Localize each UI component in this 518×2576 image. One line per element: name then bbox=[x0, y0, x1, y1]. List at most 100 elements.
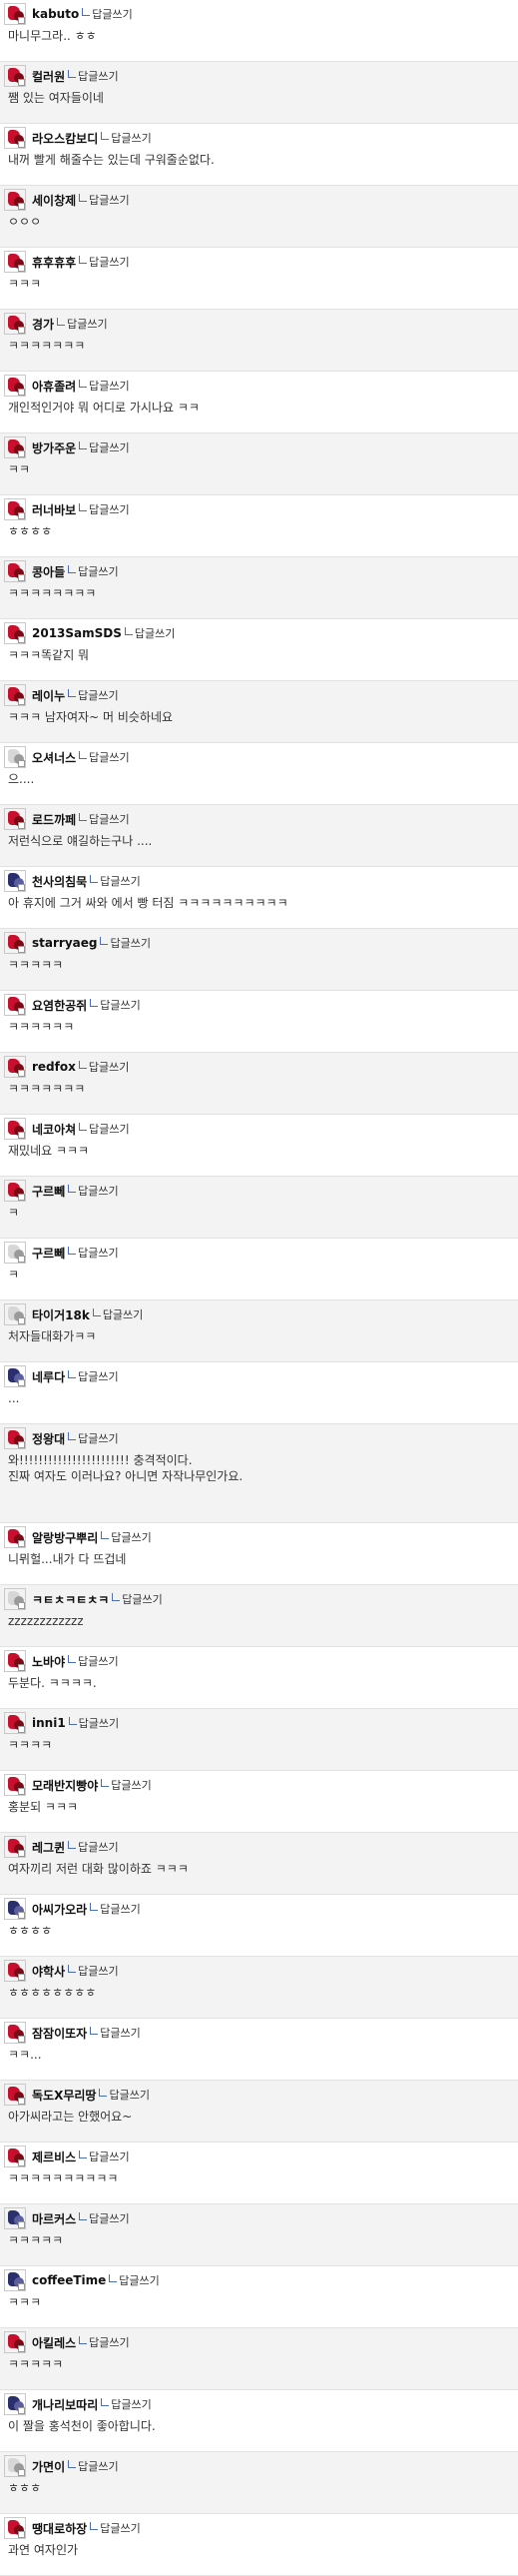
avatar[interactable] bbox=[4, 2393, 26, 2415]
avatar[interactable] bbox=[4, 1118, 26, 1140]
avatar[interactable] bbox=[4, 436, 26, 458]
avatar[interactable] bbox=[4, 1898, 26, 1920]
avatar[interactable] bbox=[4, 189, 26, 211]
avatar[interactable] bbox=[4, 1650, 26, 1672]
reply-button[interactable]: 답글쓰기 bbox=[68, 1715, 119, 1731]
nickname[interactable]: 러너바보 bbox=[32, 501, 76, 518]
nickname[interactable]: 야학사 bbox=[32, 1963, 65, 1980]
nickname[interactable]: inni1 bbox=[32, 1716, 66, 1730]
nickname[interactable]: 로드까페 bbox=[32, 811, 76, 828]
nickname[interactable]: 개나리보따리 bbox=[32, 2396, 98, 2413]
avatar[interactable] bbox=[4, 994, 26, 1016]
nickname[interactable]: 레그퀸 bbox=[32, 1839, 65, 1856]
avatar[interactable] bbox=[4, 1836, 26, 1858]
reply-button[interactable]: 답글쓰기 bbox=[78, 1059, 129, 1075]
nickname[interactable]: 타이거18k bbox=[32, 1306, 90, 1323]
nickname[interactable]: 라오스캄보디 bbox=[32, 130, 98, 147]
nickname[interactable]: 요염한공쥐 bbox=[32, 997, 87, 1014]
nickname[interactable]: 마르커스 bbox=[32, 2210, 76, 2227]
reply-button[interactable]: 답글쓰기 bbox=[90, 1901, 141, 1917]
nickname[interactable]: 천사의침묵 bbox=[32, 873, 87, 890]
reply-button[interactable]: 답글쓰기 bbox=[68, 2458, 119, 2474]
reply-button[interactable]: 답글쓰기 bbox=[79, 1121, 130, 1137]
avatar[interactable] bbox=[4, 870, 26, 892]
nickname[interactable]: 가면이 bbox=[32, 2458, 65, 2475]
avatar[interactable] bbox=[4, 560, 26, 582]
avatar[interactable] bbox=[4, 746, 26, 768]
reply-button[interactable]: 답글쓰기 bbox=[79, 254, 130, 270]
avatar[interactable] bbox=[4, 1180, 26, 1202]
reply-button[interactable]: 답글쓰기 bbox=[79, 192, 130, 208]
reply-button[interactable]: 답글쓰기 bbox=[90, 873, 141, 889]
nickname[interactable]: 알랑방구뿌리 bbox=[32, 1529, 98, 1546]
nickname[interactable]: starryaeg bbox=[32, 936, 97, 950]
nickname[interactable]: 구르뻬 bbox=[32, 1245, 65, 1262]
nickname[interactable]: 정왕대 bbox=[32, 1430, 65, 1447]
avatar[interactable] bbox=[4, 1526, 26, 1548]
avatar[interactable] bbox=[4, 684, 26, 706]
reply-button[interactable]: 답글쓰기 bbox=[79, 749, 130, 765]
avatar[interactable] bbox=[4, 251, 26, 273]
avatar[interactable] bbox=[4, 1056, 26, 1078]
reply-button[interactable]: 답글쓰기 bbox=[112, 1591, 163, 1607]
reply-button[interactable]: 답글쓰기 bbox=[101, 130, 152, 146]
nickname[interactable]: 잠잠이또자 bbox=[32, 2025, 87, 2042]
avatar[interactable] bbox=[4, 313, 26, 335]
reply-button[interactable]: 답글쓰기 bbox=[101, 1777, 152, 1793]
avatar[interactable] bbox=[4, 2084, 26, 2106]
nickname[interactable]: 아씨가오라 bbox=[32, 1901, 87, 1918]
nickname[interactable]: 제르비스 bbox=[32, 2148, 76, 2165]
nickname[interactable]: 독도X무리땅 bbox=[32, 2087, 96, 2104]
nickname[interactable]: 노바야 bbox=[32, 1653, 65, 1670]
nickname[interactable]: 레이누 bbox=[32, 687, 65, 704]
reply-button[interactable]: 답글쓰기 bbox=[79, 2334, 130, 2350]
reply-button[interactable]: 답글쓰기 bbox=[68, 1430, 119, 1446]
nickname[interactable]: kabuto bbox=[32, 7, 79, 21]
nickname[interactable]: 구르뻬 bbox=[32, 1183, 65, 1200]
nickname[interactable]: 2013SamSDS bbox=[32, 626, 122, 640]
reply-button[interactable]: 답글쓰기 bbox=[68, 563, 119, 579]
reply-button[interactable]: 답글쓰기 bbox=[101, 2396, 152, 2412]
nickname[interactable]: 아휴졸려 bbox=[32, 378, 76, 395]
avatar[interactable] bbox=[4, 65, 26, 87]
avatar[interactable] bbox=[4, 2022, 26, 2044]
nickname[interactable]: 네코아쳐 bbox=[32, 1121, 76, 1138]
nickname[interactable]: 컬러원 bbox=[32, 68, 65, 85]
avatar[interactable] bbox=[4, 375, 26, 397]
reply-button[interactable]: 답글쓰기 bbox=[68, 1839, 119, 1855]
reply-button[interactable]: 답글쓰기 bbox=[82, 6, 133, 22]
reply-button[interactable]: 답글쓰기 bbox=[68, 68, 119, 84]
avatar[interactable] bbox=[4, 1588, 26, 1610]
reply-button[interactable]: 답글쓰기 bbox=[68, 687, 119, 703]
nickname[interactable]: ㅋㅌㅊㅋㅌㅊㅋ bbox=[32, 1591, 109, 1608]
reply-button[interactable]: 답글쓰기 bbox=[99, 2087, 150, 2103]
avatar[interactable] bbox=[4, 1712, 26, 1734]
reply-button[interactable]: 답글쓰기 bbox=[68, 1963, 119, 1979]
nickname[interactable]: coffeeTime bbox=[32, 2273, 106, 2287]
reply-button[interactable]: 답글쓰기 bbox=[90, 2025, 141, 2041]
reply-button[interactable]: 답글쓰기 bbox=[79, 811, 130, 827]
avatar[interactable] bbox=[4, 2331, 26, 2353]
reply-button[interactable]: 답글쓰기 bbox=[79, 2210, 130, 2226]
avatar[interactable] bbox=[4, 622, 26, 644]
avatar[interactable] bbox=[4, 1242, 26, 1264]
nickname[interactable]: 휴후휴후 bbox=[32, 254, 76, 271]
nickname[interactable]: 콩아들 bbox=[32, 563, 65, 580]
reply-button[interactable]: 답글쓰기 bbox=[68, 1183, 119, 1199]
reply-button[interactable]: 답글쓰기 bbox=[100, 935, 151, 951]
reply-button[interactable]: 답글쓰기 bbox=[124, 625, 175, 641]
reply-button[interactable]: 답글쓰기 bbox=[92, 1306, 143, 1322]
nickname[interactable]: 땡대로하장 bbox=[32, 2520, 87, 2537]
nickname[interactable]: 경가 bbox=[32, 316, 54, 333]
reply-button[interactable]: 답글쓰기 bbox=[109, 2272, 160, 2288]
avatar[interactable] bbox=[4, 127, 26, 149]
avatar[interactable] bbox=[4, 2207, 26, 2229]
nickname[interactable]: redfox bbox=[32, 1060, 76, 1074]
reply-button[interactable]: 답글쓰기 bbox=[68, 1245, 119, 1261]
nickname[interactable]: 방가주운 bbox=[32, 439, 76, 456]
avatar[interactable] bbox=[4, 1303, 26, 1325]
reply-button[interactable]: 답글쓰기 bbox=[68, 1653, 119, 1669]
nickname[interactable]: 아킬레스 bbox=[32, 2334, 76, 2351]
avatar[interactable] bbox=[4, 932, 26, 954]
nickname[interactable]: 오셔너스 bbox=[32, 749, 76, 766]
